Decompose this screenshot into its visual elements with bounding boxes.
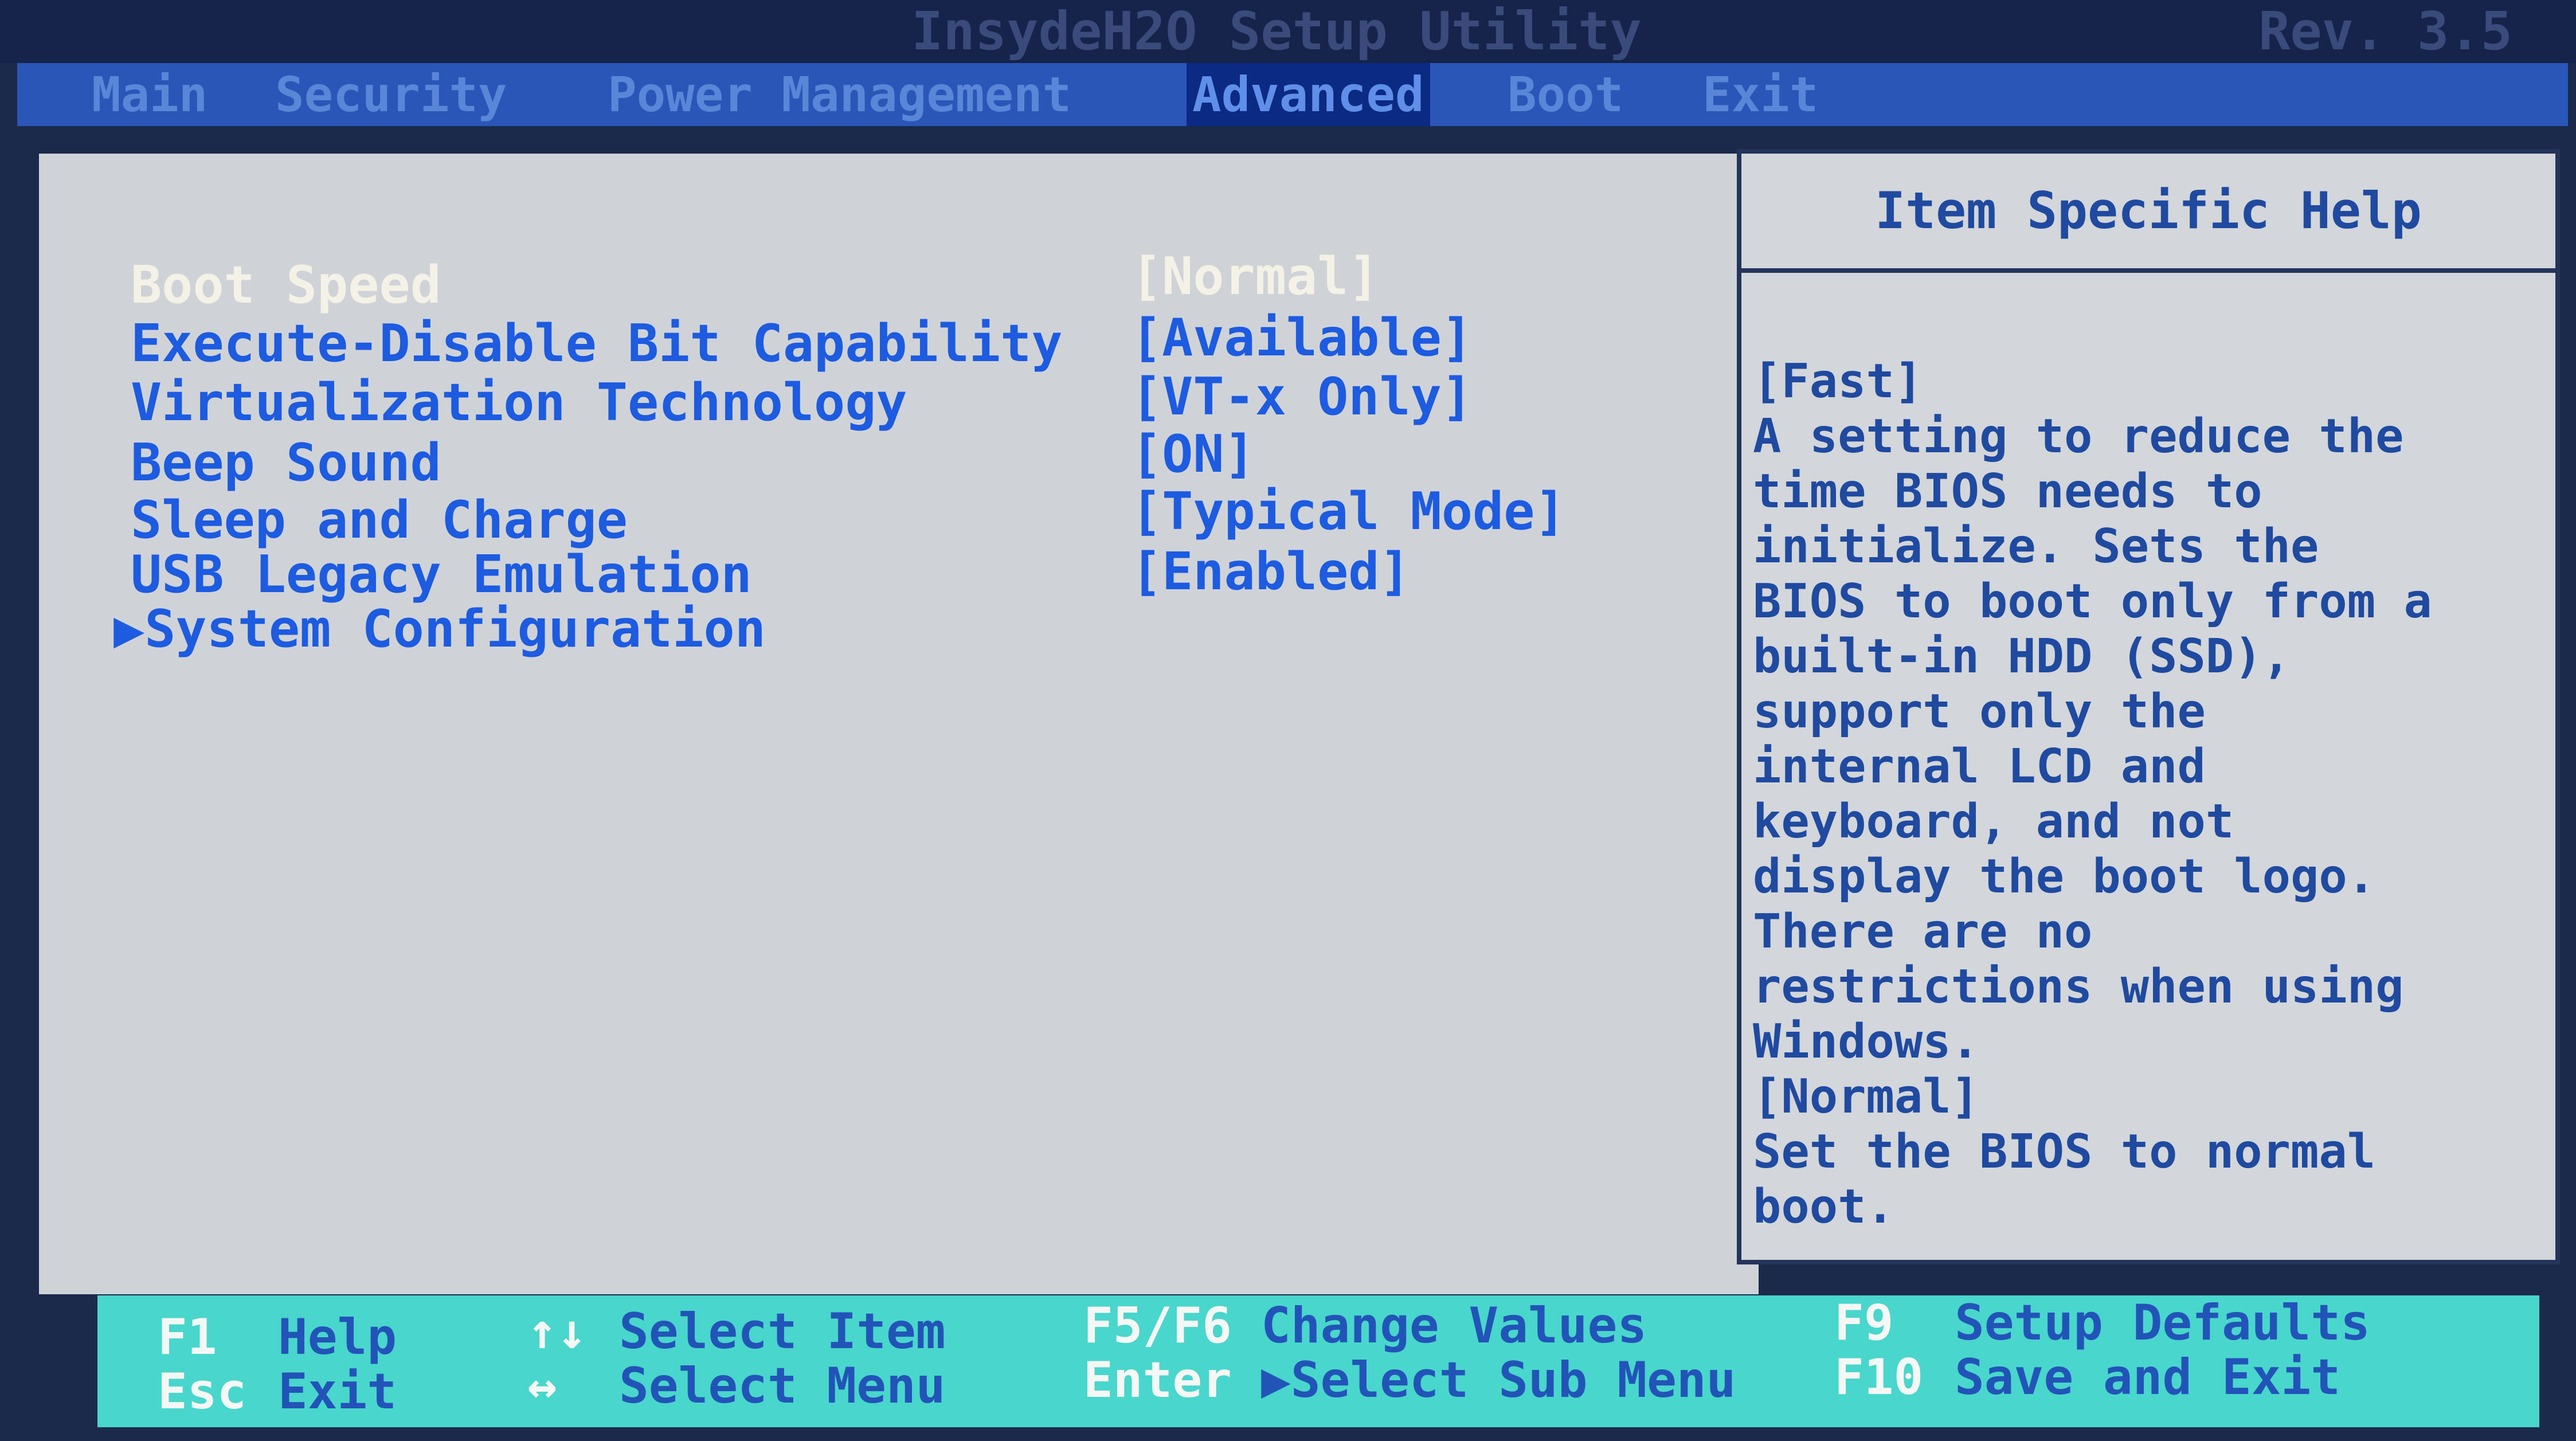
esc-key: Esc [158,1363,247,1420]
setting-usb-legacy-label[interactable]: USB Legacy Emulation [131,546,752,604]
f9-key: F9 [1834,1294,1894,1352]
revision-label: Rev. 3.5 [2258,1,2513,62]
help-line: built-in HDD (SSD), [1753,629,2291,684]
help-line: support only the [1753,684,2206,739]
f10-description: Save and Exit [1955,1349,2341,1406]
setting-boot-speed-label[interactable]: Boot Speed [131,257,441,314]
setting-virtualization-label[interactable]: Virtualization Technology [131,374,907,432]
submenu-label: System Configuration [144,599,766,659]
tab-main[interactable]: Main [86,63,213,126]
setting-execute-disable-label[interactable]: Execute-Disable Bit Capability [131,315,1063,373]
setting-execute-disable-value[interactable]: [Available] [1131,310,1473,367]
settings-panel: Boot Speed [Normal] Execute-Disable Bit … [34,149,1763,1299]
setting-beep-sound-value[interactable]: [ON] [1131,426,1255,483]
submenu-arrow-icon: ▶ [113,599,145,659]
tab-power-management[interactable]: Power Management [602,63,1077,126]
setting-virtualization-value[interactable]: [VT-x Only] [1131,369,1473,426]
updown-description: Select Item [619,1303,946,1360]
help-line: display the boot logo. [1753,849,2376,904]
leftright-description: Select Menu [619,1357,946,1415]
menu-bar: Main Security Power Management Advanced … [17,63,2568,126]
app-title: InsydeH2O Setup Utility [911,1,1642,62]
help-line: time BIOS needs to [1753,464,2262,519]
f5f6-key: F5/F6 [1083,1297,1232,1354]
setting-beep-sound-label[interactable]: Beep Sound [131,434,441,492]
tab-boot[interactable]: Boot [1502,63,1629,126]
help-title: Item Specific Help [1741,154,2555,273]
f10-key: F10 [1834,1349,1924,1406]
updown-arrows-icon: ↑↓ [527,1303,587,1360]
enter-key: Enter [1083,1352,1232,1409]
key-legend-footer: F1 Help Esc Exit ↑↓ Select Item ↔ Select… [97,1295,2539,1427]
f9-description: Setup Defaults [1955,1294,2370,1352]
tab-security[interactable]: Security [269,63,513,126]
help-line: keyboard, and not [1753,794,2234,849]
tab-exit[interactable]: Exit [1697,63,1824,126]
help-line: [Fast] [1753,354,1923,409]
help-line: [Normal] [1753,1070,1979,1124]
help-line: Windows. [1753,1015,1979,1069]
tab-advanced[interactable]: Advanced [1187,63,1430,126]
submenu-system-configuration[interactable]: ▶System Configuration [113,601,766,658]
esc-description: Exit [278,1363,397,1420]
f1-key: F1 [158,1309,217,1366]
help-line: A setting to reduce the [1753,409,2404,464]
help-line: boot. [1753,1180,1894,1234]
f1-description: Help [278,1309,397,1366]
setting-usb-legacy-value[interactable]: [Enabled] [1131,543,1411,601]
help-line: internal LCD and [1753,739,2206,794]
setting-sleep-charge-label[interactable]: Sleep and Charge [131,492,628,549]
setting-boot-speed-value[interactable]: [Normal] [1131,248,1379,306]
setting-sleep-charge-value[interactable]: [Typical Mode] [1131,483,1566,541]
help-line: Set the BIOS to normal [1753,1125,2376,1179]
f5f6-description: Change Values [1261,1297,1647,1354]
help-line: BIOS to boot only from a [1753,574,2432,629]
leftright-arrows-icon: ↔ [527,1357,557,1415]
title-bar: InsydeH2O Setup Utility Rev. 3.5 [0,0,2576,63]
help-line: initialize. Sets the [1753,519,2319,574]
enter-description: ▶Select Sub Menu [1261,1352,1736,1409]
help-line: restrictions when using [1753,960,2404,1014]
help-panel: Item Specific Help [Fast] A setting to r… [1737,149,2560,1264]
help-text: [Fast] A setting to reduce the time BIOS… [1753,354,2550,1235]
help-line: There are no [1753,904,2093,959]
